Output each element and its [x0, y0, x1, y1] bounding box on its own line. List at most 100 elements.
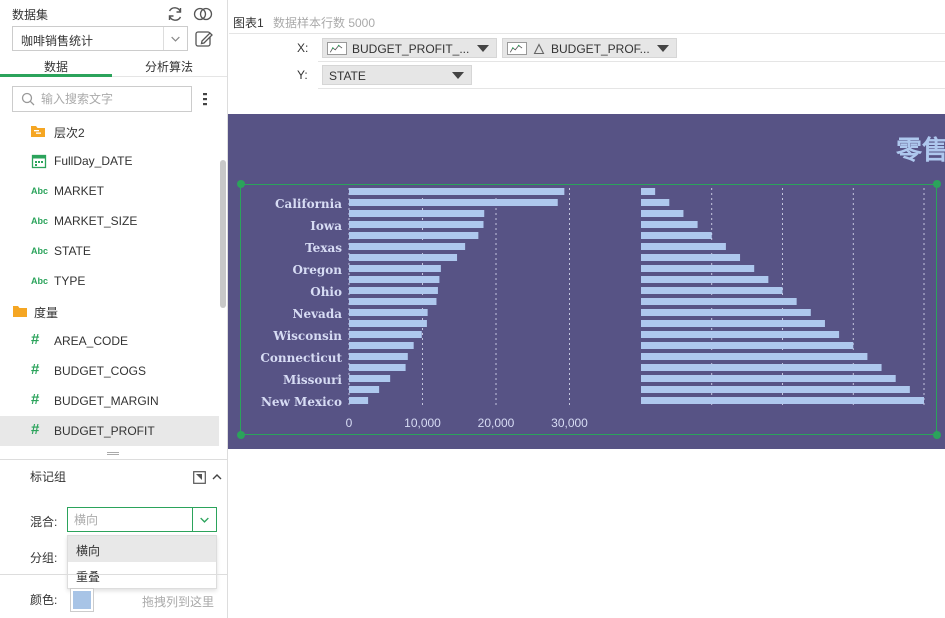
- bar: [641, 210, 684, 217]
- pill-label: BUDGET_PROFIT_...: [352, 42, 470, 56]
- x-tick-label: 20,000: [478, 416, 515, 430]
- bar: [349, 188, 565, 195]
- chevron-up-icon[interactable]: [211, 472, 223, 482]
- left-panel: 数据集 咖啡销售统计 数据 分析算法 输入搜索文字 层次2 FullDay_DA…: [0, 0, 228, 618]
- divider: [0, 574, 227, 575]
- dataset-link-icon[interactable]: [193, 5, 213, 23]
- bar: [641, 342, 854, 349]
- caret-down-icon[interactable]: [657, 45, 669, 52]
- field-item[interactable]: # AREA_CODE: [0, 326, 219, 356]
- bar: [641, 353, 868, 360]
- field-item[interactable]: Abc TYPE: [0, 266, 219, 296]
- bar: [349, 232, 479, 239]
- bar: [641, 331, 840, 338]
- pill-label: BUDGET_PROF...: [551, 42, 650, 56]
- y-tick-label: Missouri: [283, 373, 342, 387]
- caret-down-icon[interactable]: [452, 72, 464, 79]
- field-item[interactable]: # BUDGET_MARGIN: [0, 386, 219, 416]
- bar: [641, 397, 924, 404]
- search-box[interactable]: [12, 86, 192, 112]
- tab-data[interactable]: 数据: [0, 58, 112, 75]
- shelf-divider: [318, 88, 945, 89]
- bar: [349, 254, 458, 261]
- field-item[interactable]: Abc MARKET_SIZE: [0, 206, 219, 236]
- hierarchy-icon: [31, 126, 45, 137]
- bar: [349, 320, 427, 327]
- color-label: 颜色:: [30, 593, 58, 607]
- group-label: 分组:: [30, 551, 58, 565]
- bar: [349, 309, 428, 316]
- x-pill-budget-profit-2[interactable]: BUDGET_PROF...: [502, 38, 677, 58]
- dataset-label: 数据集: [12, 8, 49, 22]
- color-swatch[interactable]: [70, 588, 94, 612]
- mark-settings-icon[interactable]: [193, 471, 206, 484]
- more-options-icon[interactable]: [202, 91, 208, 107]
- panel-splitter[interactable]: [0, 446, 227, 460]
- bar: [641, 309, 811, 316]
- hash-icon: #: [31, 331, 40, 348]
- y-tick-label: New Mexico: [261, 395, 342, 409]
- y-shelf-label: Y:: [297, 68, 308, 82]
- mix-input[interactable]: [74, 511, 189, 529]
- field-item-selected[interactable]: # BUDGET_PROFIT: [0, 416, 219, 446]
- bar: [641, 188, 656, 195]
- field-label: TYPE: [54, 274, 86, 288]
- bar: [349, 386, 380, 393]
- pill-label: STATE: [329, 69, 366, 83]
- refresh-icon[interactable]: [166, 5, 184, 23]
- bar: [641, 243, 726, 250]
- measures-folder[interactable]: 度量: [0, 296, 219, 326]
- x-pill-budget-profit-1[interactable]: BUDGET_PROFIT_...: [322, 38, 497, 58]
- field-label: FullDay_DATE: [54, 154, 133, 168]
- active-tab-indicator: [0, 74, 112, 77]
- search-input[interactable]: [41, 90, 186, 108]
- chart-canvas[interactable]: 零售 California Iowa Texas Oregon Ohio Nevada Wi…: [228, 114, 945, 449]
- abc-icon: Abc: [31, 246, 49, 256]
- chart-type-icon: [327, 42, 347, 55]
- app-window: 数据集 咖啡销售统计 数据 分析算法 输入搜索文字 层次2 FullDay_DA…: [0, 0, 945, 618]
- field-label: BUDGET_PROFIT: [54, 424, 155, 438]
- mix-option-overlap[interactable]: 重叠: [68, 562, 216, 588]
- bar: [641, 364, 882, 371]
- abc-icon: Abc: [31, 276, 49, 286]
- calendar-icon: [31, 154, 47, 169]
- x-tick-label: 0: [346, 416, 353, 430]
- hash-icon: #: [31, 391, 40, 408]
- bar: [349, 221, 484, 228]
- field-item[interactable]: # BUDGET_COGS: [0, 356, 219, 386]
- field-label: AREA_CODE: [54, 334, 129, 348]
- chevron-down-icon[interactable]: [163, 27, 187, 50]
- drag-hint: 拖拽列到这里: [142, 595, 215, 609]
- folder-icon: [13, 306, 27, 317]
- chart-type-icon: [507, 42, 527, 55]
- chart-tab[interactable]: 图表1: [233, 14, 264, 31]
- splitter-grip[interactable]: [107, 452, 119, 455]
- field-label: BUDGET_MARGIN: [54, 394, 159, 408]
- y-tick-label: Texas: [305, 241, 342, 255]
- bar: [349, 298, 437, 305]
- bar: [349, 331, 422, 338]
- caret-down-icon[interactable]: [477, 45, 489, 52]
- abc-icon: Abc: [31, 216, 49, 226]
- mix-option-horizontal[interactable]: 横向: [68, 536, 216, 562]
- mix-select[interactable]: [67, 507, 217, 532]
- y-pill-state[interactable]: STATE: [322, 65, 472, 85]
- field-item[interactable]: Abc MARKET: [0, 176, 219, 206]
- field-list-scrollbar[interactable]: [220, 160, 226, 308]
- mark-group-title: 标记组: [30, 470, 67, 484]
- bar: [641, 276, 769, 283]
- dataset-select-value: 咖啡销售统计: [21, 34, 94, 48]
- y-tick-label: California: [275, 197, 342, 211]
- edit-icon[interactable]: [194, 29, 214, 49]
- field-label: STATE: [54, 244, 91, 258]
- field-item[interactable]: FullDay_DATE: [0, 146, 219, 176]
- dataset-select[interactable]: 咖啡销售统计: [12, 26, 188, 51]
- field-label: 层次2: [54, 126, 85, 140]
- field-item[interactable]: Abc STATE: [0, 236, 219, 266]
- triangle-icon: [533, 43, 545, 55]
- field-item[interactable]: 层次2: [0, 116, 219, 146]
- chevron-down-icon[interactable]: [192, 508, 216, 531]
- tab-analysis-algorithms[interactable]: 分析算法: [113, 58, 225, 75]
- bar: [641, 221, 698, 228]
- sample-rows-label: 数据样本行数 5000: [273, 16, 376, 30]
